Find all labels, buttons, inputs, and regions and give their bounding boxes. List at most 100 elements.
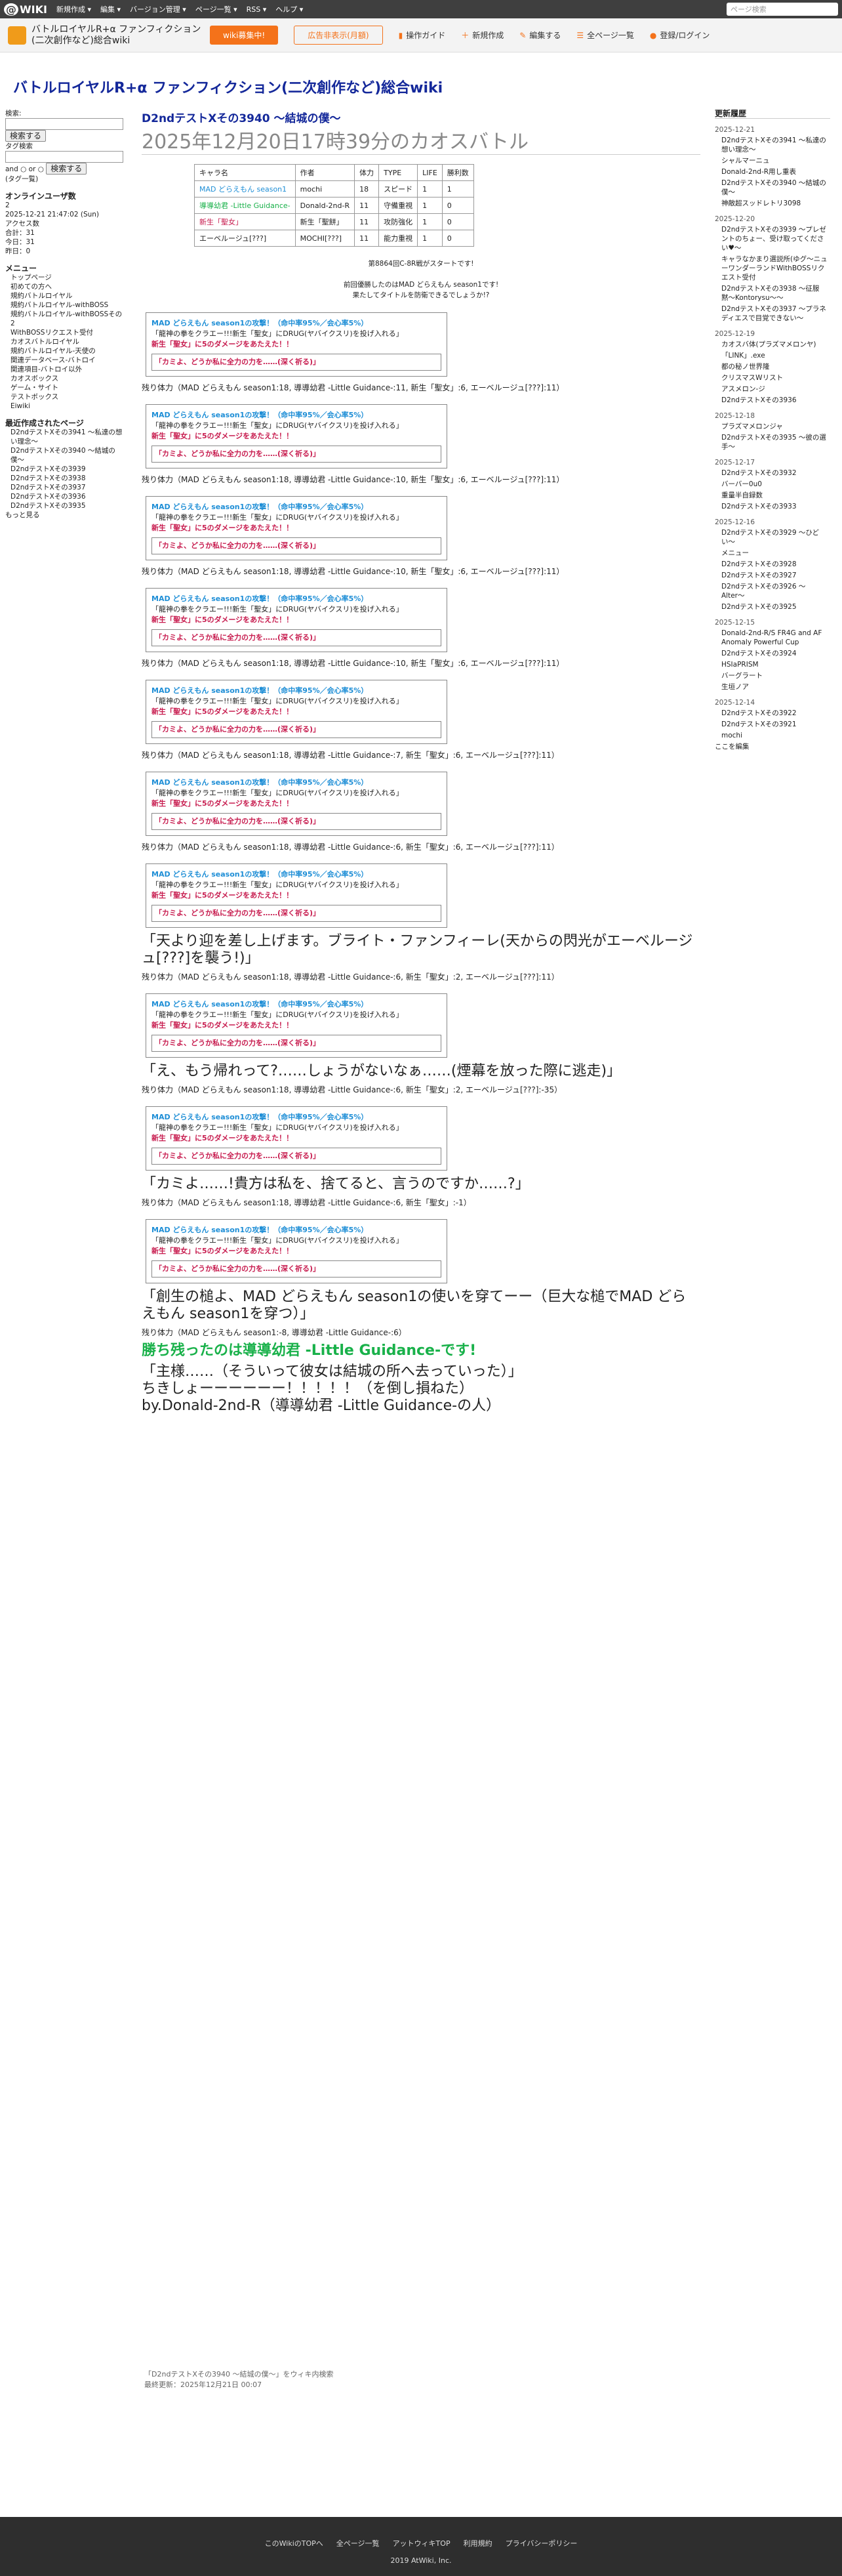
footer-link[interactable]: 全ページ一覧 xyxy=(336,2539,380,2548)
menu-version[interactable]: バージョン管理 ▾ xyxy=(130,4,186,14)
edit-link[interactable]: ✎ 編集する xyxy=(519,30,561,41)
update-item[interactable]: D2ndテストXその3941 〜私達の想い理念〜 xyxy=(715,136,830,154)
update-item[interactable]: アスメロン-ジ xyxy=(715,384,830,394)
menu-item[interactable]: ゲーム・サイト xyxy=(5,383,126,392)
recent-item[interactable]: D2ndテストXその3940 〜結城の僕〜 xyxy=(5,446,126,465)
recent-item[interactable]: D2ndテストXその3937 xyxy=(5,483,126,492)
atwiki-logo[interactable]: @ WIKI xyxy=(4,3,47,16)
update-item[interactable]: 重量半自録数 xyxy=(715,491,830,500)
tag-label: タグ検索 xyxy=(5,142,33,150)
tag-input[interactable] xyxy=(5,151,123,163)
update-item[interactable]: D2ndテストXその3933 xyxy=(715,502,830,511)
menu-item[interactable]: カオスボックス xyxy=(5,374,126,383)
search-in-wiki-link[interactable]: 「D2ndテストXその3940 〜結城の僕〜」をウィキ内検索 xyxy=(144,2369,333,2379)
log-line: 「龍神の拳をクラエー!!!新生「聖女」にDRUG(ヤバイクスリ)を投げ入れる」 xyxy=(151,881,403,889)
page-title[interactable]: バトルロイヤルR+α ファンフィクション(二次創作など)総合wiki xyxy=(13,76,443,97)
tag-cloud-link[interactable]: (タグ一覧) xyxy=(5,175,126,184)
update-item[interactable]: D2ndテストXその3940 〜結城の僕〜 xyxy=(715,178,830,197)
update-item[interactable]: D2ndテストXその3937 〜プラネディエスで目覚できない〜 xyxy=(715,304,830,323)
update-item[interactable]: 都の秘ノ世界隆 xyxy=(715,362,830,371)
battle-log-box: MAD どらえもん season1の攻撃！（命中率95%／会心率5%） 「龍神の拳… xyxy=(146,772,447,836)
update-item[interactable]: D2ndテストXその3927 xyxy=(715,571,830,580)
update-item[interactable]: mochi xyxy=(715,731,830,740)
update-item[interactable]: カオスバ体(プラズマメロンヤ) xyxy=(715,340,830,349)
page-search-input[interactable]: ページ検索 xyxy=(727,3,838,16)
menu-item[interactable]: テストボックス xyxy=(5,392,126,402)
log-line: 「龍神の拳をクラエー!!!新生「聖女」にDRUG(ヤバイクスリ)を投げ入れる」 xyxy=(151,1123,403,1132)
log-attack: MAD どらえもん season1の攻撃！（命中率95%／会心率5%） xyxy=(151,1226,369,1234)
menu-item[interactable]: 初めての方へ xyxy=(5,282,126,291)
update-date: 2025-12-20 xyxy=(715,215,755,223)
update-item[interactable]: 神敵超スッドレトリ3098 xyxy=(715,199,830,208)
update-item[interactable]: D2ndテストXその3929 〜ひどい〜 xyxy=(715,528,830,547)
update-item[interactable]: Donald-2nd-R/S FR4G and AF Anomaly Power… xyxy=(715,629,830,647)
update-item[interactable]: D2ndテストXその3928 xyxy=(715,560,830,569)
update-item[interactable]: D2ndテストXその3925 xyxy=(715,602,830,612)
menu-item[interactable]: 関連項目-バトロイ以外 xyxy=(5,365,126,374)
stats-cell: 1 xyxy=(417,180,443,197)
stats-cell: 守備重視 xyxy=(378,197,418,214)
update-item[interactable]: D2ndテストXその3932 xyxy=(715,468,830,478)
recent-item[interactable]: D2ndテストXその3939 xyxy=(5,465,126,474)
menu-item[interactable]: 規約バトルロイヤル-withBOSS xyxy=(5,301,126,310)
update-item[interactable]: バーグラート xyxy=(715,671,830,680)
ad-free-button[interactable]: 広告非表示(月額) xyxy=(294,26,383,45)
update-item[interactable]: D2ndテストXその3938 〜征服黙〜Kontorysu〜〜 xyxy=(715,284,830,302)
recent-item[interactable]: D2ndテストXその3941 〜私達の想い理念〜 xyxy=(5,428,126,446)
recent-item[interactable]: D2ndテストXその3935 xyxy=(5,501,126,510)
update-item[interactable]: 「LINK」.exe xyxy=(715,351,830,360)
update-item[interactable]: HSIaPRISM xyxy=(715,660,830,669)
menu-pages[interactable]: ページ一覧 ▾ xyxy=(195,4,237,14)
menu-item[interactable]: 規約バトルロイヤル-withBOSSその2 xyxy=(5,310,126,328)
log-damage: 新生「聖女」に5のダメージをあたえた！！ xyxy=(151,1134,294,1142)
update-item[interactable]: D2ndテストXその3936 xyxy=(715,396,830,405)
update-item[interactable]: D2ndテストXその3939 〜プレゼントのちょー、受け取ってください♥〜 xyxy=(715,225,830,253)
wiki-recruit-button[interactable]: wiki募集中! xyxy=(210,26,279,45)
update-item[interactable]: 生垣ノア xyxy=(715,682,830,692)
update-item[interactable]: クリスマスWリスト xyxy=(715,373,830,383)
more-link[interactable]: もっと見る xyxy=(5,510,126,520)
footer-link[interactable]: アットウィキTOP xyxy=(393,2539,451,2548)
recent-item[interactable]: D2ndテストXその3936 xyxy=(5,492,126,501)
search-input[interactable] xyxy=(5,118,123,130)
edit-sidebar-link[interactable]: ここを編集 xyxy=(715,742,830,751)
update-item[interactable]: D2ndテストXその3935 〜彼の選手〜 xyxy=(715,433,830,451)
update-item[interactable]: バーバー0u0 xyxy=(715,480,830,489)
footer-link[interactable]: プライバシーポリシー xyxy=(506,2539,578,2548)
update-item[interactable]: シャルマーニュ xyxy=(715,156,830,165)
menu-item[interactable]: トップページ xyxy=(5,273,126,282)
update-item[interactable]: Donald-2nd-R用し重表 xyxy=(715,167,830,177)
new-page-link[interactable]: ＋新規作成 xyxy=(461,30,504,41)
update-item[interactable]: D2ndテストXその3922 xyxy=(715,709,830,718)
footer-link[interactable]: このWikiのTOPへ xyxy=(265,2539,323,2548)
menu-item[interactable]: 関連データベース-バトロイ xyxy=(5,356,126,365)
tag-search-button[interactable]: 検索する xyxy=(46,163,87,175)
menu-item[interactable]: カオスバトルロイヤル xyxy=(5,337,126,346)
update-list: プラズマメロンジャ D2ndテストXその3935 〜彼の選手〜 xyxy=(715,422,830,451)
page-meta: 「D2ndテストXその3940 〜結城の僕〜」をウィキ内検索 最終更新：2025… xyxy=(144,2369,333,2390)
update-item[interactable]: キャラなかまり選説所(ゆグ〜ニューワンダーランドWithBOSSリクエスト受付 xyxy=(715,255,830,282)
update-item[interactable]: D2ndテストXその3926 〜 Alter〜 xyxy=(715,582,830,600)
menu-edit[interactable]: 編集 ▾ xyxy=(100,4,121,14)
update-item[interactable]: プラズマメロンジャ xyxy=(715,422,830,431)
menu-help[interactable]: ヘルプ ▾ xyxy=(275,4,303,14)
footer-link[interactable]: 利用規約 xyxy=(464,2539,492,2548)
login-link[interactable]: ● 登録/ログイン xyxy=(650,30,710,41)
site-name[interactable]: バトルロイヤルR+α ファンフィクション(二次創作など)総合wiki xyxy=(31,24,202,47)
guide-link[interactable]: ▮ 操作ガイド xyxy=(399,30,446,41)
recent-item[interactable]: D2ndテストXその3938 xyxy=(5,474,126,483)
all-pages-link[interactable]: ☰ 全ページ一覧 xyxy=(576,30,634,41)
menu-item[interactable]: 規約バトルロイヤル xyxy=(5,291,126,301)
update-item[interactable]: D2ndテストXその3921 xyxy=(715,720,830,729)
menu-item[interactable]: Eiwiki xyxy=(5,402,126,411)
menu-item[interactable]: WithBOSSリクエスト受付 xyxy=(5,328,126,337)
menu-rss[interactable]: RSS ▾ xyxy=(247,5,267,14)
big-line: 「天より迎を差し上げます。ブライト・ファンフィーレ(天からの閃光がエーベルージュ… xyxy=(142,933,693,966)
update-item[interactable]: メニュー xyxy=(715,549,830,558)
search-button[interactable]: 検索する xyxy=(5,130,47,142)
stats-cell: MOCHI[???] xyxy=(294,230,355,247)
menu-new[interactable]: 新規作成 ▾ xyxy=(56,4,91,14)
update-item[interactable]: D2ndテストXその3924 xyxy=(715,649,830,658)
hp-line: 残り体力（MAD どらえもん season1:18, 導導幼君 -Little … xyxy=(142,659,565,668)
menu-item[interactable]: 規約バトルロイヤル-天使の xyxy=(5,346,126,356)
